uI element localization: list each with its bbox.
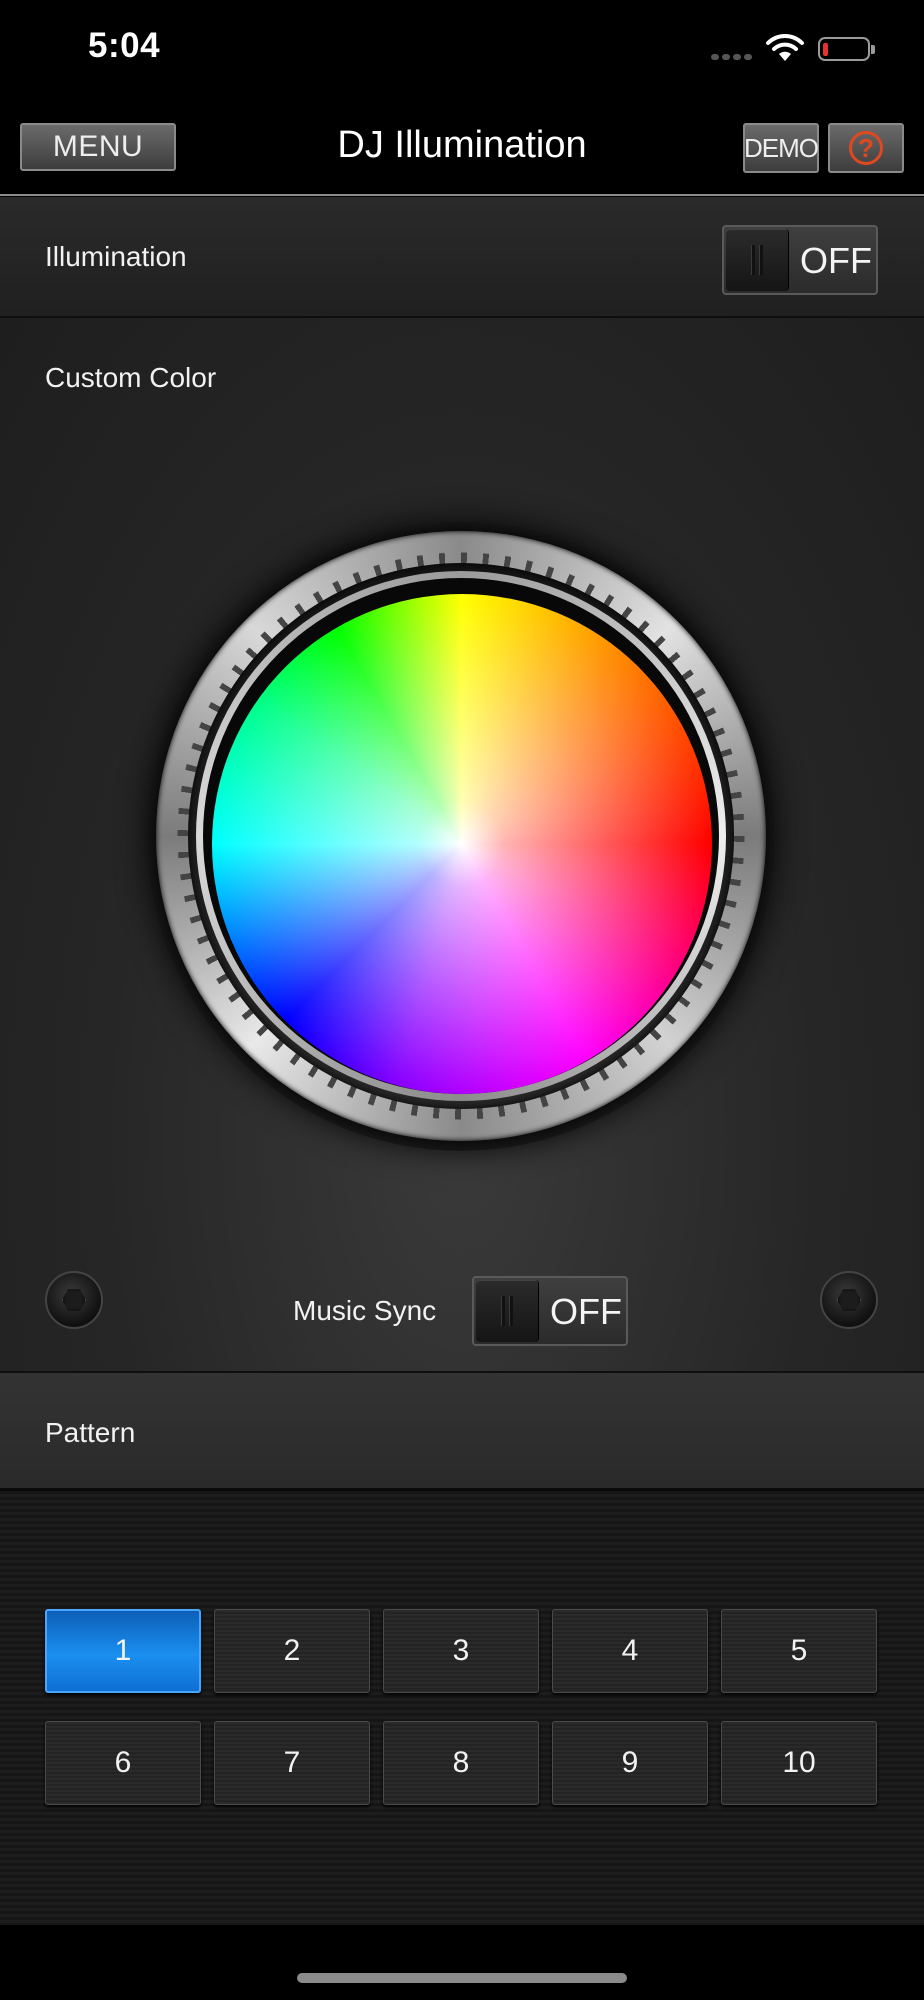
pattern-pad-2[interactable]: 2 — [214, 1609, 370, 1693]
nav-divider — [0, 194, 924, 196]
music-sync-toggle-state: OFF — [550, 1291, 622, 1332]
music-sync-label: Music Sync — [293, 1295, 437, 1326]
battery-icon — [818, 37, 875, 61]
illumination-toggle-state: OFF — [800, 240, 872, 281]
pattern-pad-7[interactable]: 7 — [214, 1721, 370, 1805]
custom-color-label: Custom Color — [45, 362, 217, 393]
question-mark-icon: ? — [849, 131, 883, 165]
illumination-toggle[interactable]: OFF — [722, 225, 878, 295]
pattern-pad-area — [0, 1491, 924, 1925]
toggle-knob — [476, 1280, 539, 1342]
home-indicator[interactable] — [297, 1973, 627, 1983]
pattern-pad-8[interactable]: 8 — [383, 1721, 539, 1805]
music-sync-toggle[interactable]: OFF — [472, 1276, 628, 1346]
pattern-pad-10[interactable]: 10 — [721, 1721, 877, 1805]
pattern-pad-3[interactable]: 3 — [383, 1609, 539, 1693]
pattern-pad-5[interactable]: 5 — [721, 1609, 877, 1693]
pattern-pad-4[interactable]: 4 — [552, 1609, 708, 1693]
app-screen: 5:04 MENU DJ Illumination DEMO ? Illumin… — [0, 0, 924, 2000]
pattern-pad-6[interactable]: 6 — [45, 1721, 201, 1805]
pattern-pad-9[interactable]: 9 — [552, 1721, 708, 1805]
pattern-label: Pattern — [45, 1417, 136, 1448]
wifi-icon — [766, 33, 804, 61]
status-time: 5:04 — [88, 26, 161, 65]
pattern-header — [0, 1373, 924, 1491]
illumination-label: Illumination — [45, 241, 187, 272]
help-button[interactable]: ? — [828, 123, 904, 173]
pattern-pad-1[interactable]: 1 — [45, 1609, 201, 1693]
color-wheel-picker[interactable] — [212, 594, 712, 1094]
screw-icon — [820, 1271, 878, 1329]
demo-button[interactable]: DEMO — [743, 123, 819, 173]
screw-icon — [45, 1271, 103, 1329]
cellular-signal-icon — [711, 54, 753, 62]
toggle-knob — [726, 229, 789, 291]
